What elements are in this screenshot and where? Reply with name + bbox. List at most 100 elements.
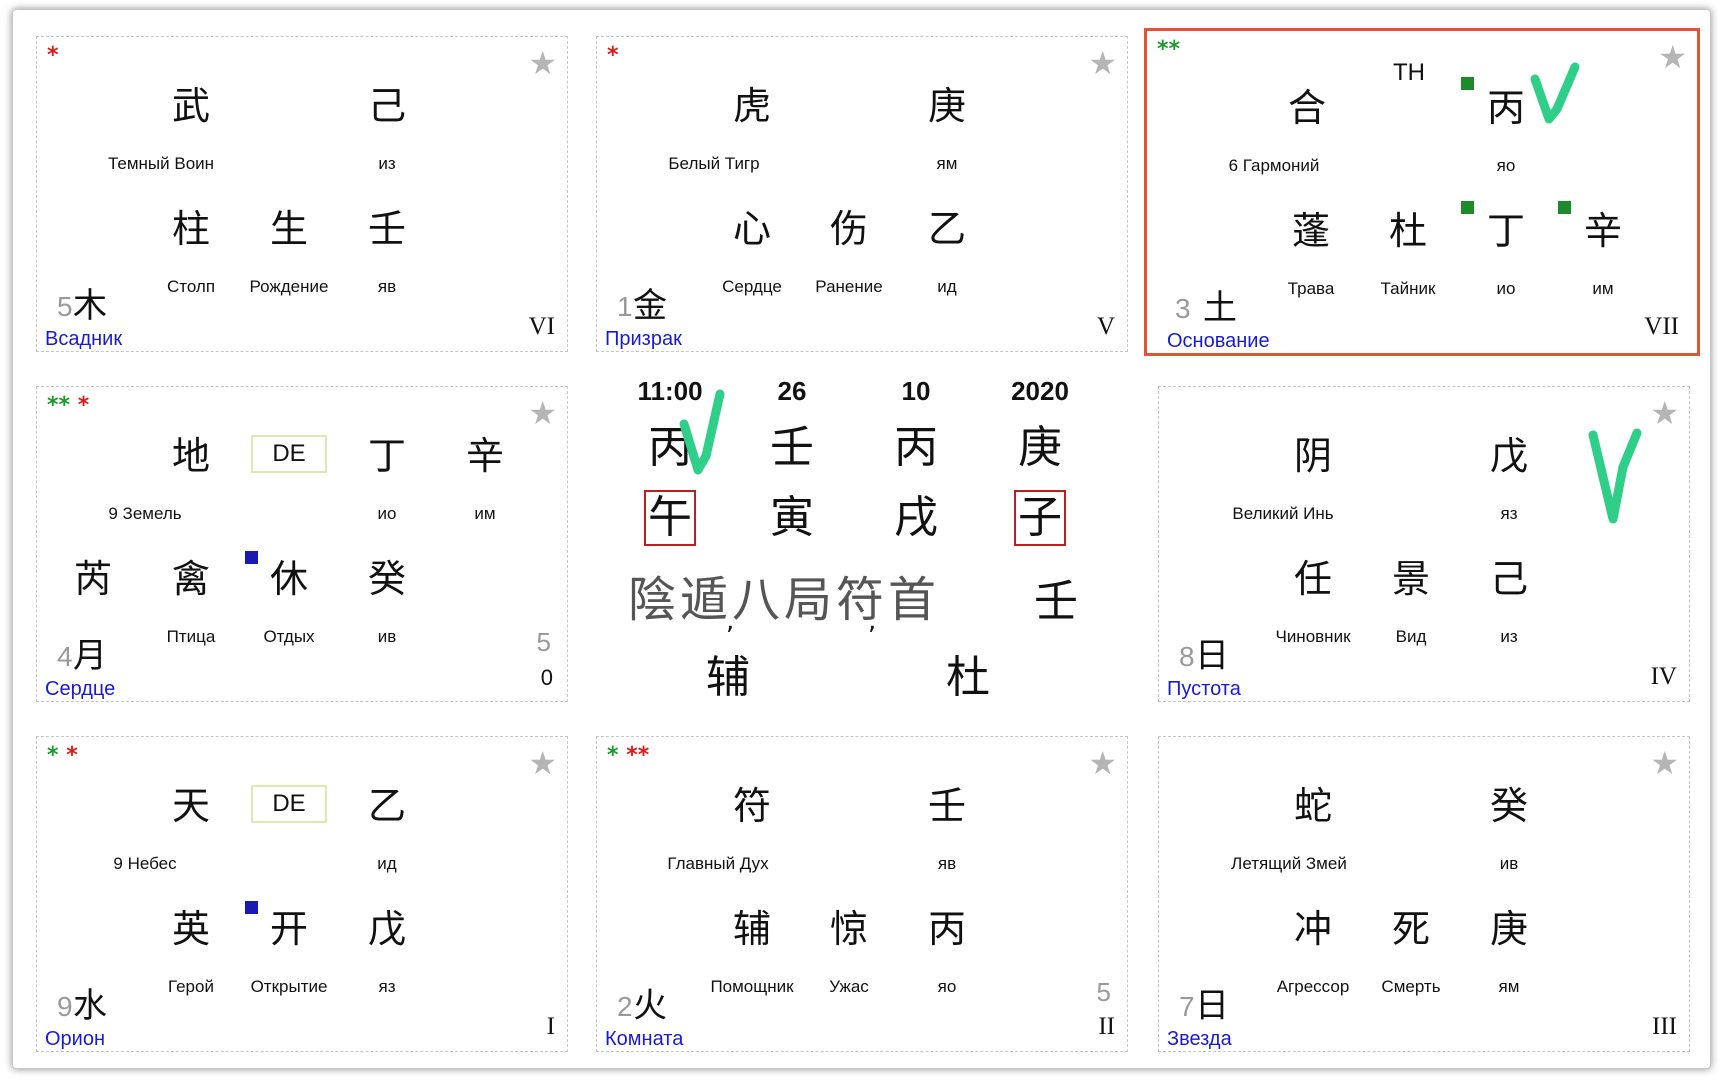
palace-title[interactable]: Сердце	[45, 679, 115, 699]
star-glyph: 辅	[732, 907, 772, 951]
palace-element: 日	[1195, 636, 1229, 676]
palace-roman: VII	[1644, 313, 1679, 340]
deity-glyph: 武	[171, 84, 211, 128]
palace-title[interactable]: Звезда	[1167, 1029, 1232, 1049]
check-mark-icon	[679, 389, 725, 475]
palace-title[interactable]: Основание	[1167, 331, 1270, 351]
deity-glyph: 地	[171, 434, 211, 478]
day-branch: 寅	[770, 492, 814, 543]
comma: ,	[726, 606, 735, 636]
star-icon[interactable]: ★	[1088, 47, 1117, 79]
star-icon[interactable]: ★	[528, 397, 557, 429]
structure-text: 陰遁八局符首	[628, 572, 941, 628]
star-icon[interactable]: ★	[1658, 41, 1687, 73]
star-label: Птица	[166, 627, 216, 646]
palace-roman: I	[546, 1013, 555, 1040]
palace-vii[interactable]: ** ★ TH 合 6 Гармоний 丙 яо 蓬 Трава 杜 Тайн…	[1144, 28, 1700, 356]
heaven-stem-glyph: 戊	[1489, 434, 1529, 478]
palace-title[interactable]: Пустота	[1167, 679, 1241, 699]
palace-roman: II	[1098, 1013, 1115, 1040]
star-icon[interactable]: ★	[528, 747, 557, 779]
heaven-stem-glyph: 丁	[367, 434, 407, 478]
star-glyph: 柱	[171, 207, 211, 251]
palace-v[interactable]: * ★ 虎 Белый Тигр 庚 ям 心 Сердце 伤 Ранение…	[596, 36, 1128, 352]
star-glyph: 任	[1293, 557, 1333, 601]
palace-vi[interactable]: * ★ 武 Темный Воин 己 из 柱 Столп 生 Рождени…	[36, 36, 568, 352]
star-icon[interactable]: ★	[1650, 397, 1679, 429]
palace-iv[interactable]: ★ 阴 Великий Инь 戊 яз 任 Чиновник 景 Вид 己 …	[1158, 386, 1690, 702]
deity-glyph: 符	[732, 784, 772, 828]
palace-number: 1	[617, 291, 633, 322]
palace-ii[interactable]: * ** ★ 符 Главный Дух 壬 яв 辅 Помощник 惊 У…	[596, 736, 1128, 1052]
earth-stem-glyph: 丙	[927, 907, 967, 951]
palace-title[interactable]: Орион	[45, 1029, 105, 1049]
door-glyph: 死	[1391, 907, 1431, 951]
star-label: Герой	[168, 977, 214, 996]
star-glyph: 冲	[1293, 907, 1333, 951]
door-label: Ранение	[815, 277, 883, 296]
year-stem: 庚	[1018, 422, 1062, 473]
deity-label: Главный Дух	[667, 854, 769, 873]
right-sub-number: 0	[540, 665, 553, 690]
marks: *	[47, 43, 59, 68]
deity-label: Белый Тигр	[668, 154, 760, 173]
heaven-stem-glyph: 丙	[1486, 86, 1526, 130]
door-glyph: 生	[269, 207, 309, 251]
deity-glyph: 天	[171, 784, 211, 828]
palace-roman: VI	[528, 313, 555, 340]
palace-number: 5	[57, 291, 73, 322]
earth-stem-label: из	[1500, 627, 1518, 646]
palace-roman: V	[1096, 313, 1115, 340]
earth-stem-glyph: 己	[1489, 557, 1529, 601]
heaven-stem-label: яв	[937, 854, 957, 873]
earth-stem-label: яз	[378, 977, 396, 996]
door-label: Рождение	[249, 277, 329, 296]
palace-left-middle[interactable]: ** * ★ 地 9 Земель DE 丁 ио 辛 им 芮 禽 Птица…	[36, 386, 568, 702]
deity-label: 6 Гармоний	[1228, 156, 1320, 175]
earth-stem-label: ям	[1498, 977, 1520, 996]
door-label: Отдых	[263, 627, 315, 646]
star-icon[interactable]: ★	[1088, 747, 1117, 779]
deity-label: 9 Земель	[108, 504, 182, 523]
earth-stem-glyph: 庚	[1489, 907, 1529, 951]
star-glyph-extra: 芮	[73, 557, 113, 601]
star-label: Сердце	[722, 277, 782, 296]
star-label: Помощник	[710, 977, 794, 996]
star-glyph: 禽	[171, 557, 211, 601]
star-label: Столп	[166, 277, 216, 296]
palace-title[interactable]: Призрак	[605, 329, 682, 349]
palace-number: 7	[1179, 991, 1195, 1022]
palace-iii[interactable]: ★ 蛇 Летящий Змей 癸 ив 冲 Агрессор 死 Смерт…	[1158, 736, 1690, 1052]
month-value: 10	[901, 376, 931, 406]
de-marker: DE	[251, 435, 327, 473]
green-square-marker	[1461, 201, 1474, 214]
palace-roman: IV	[1650, 663, 1677, 690]
palace-element: 水	[73, 986, 107, 1026]
earth-stem-label: яо	[937, 977, 957, 996]
door-label: Ужас	[829, 977, 869, 996]
day-value: 26	[777, 376, 807, 406]
palace-i[interactable]: * * ★ 天 9 Небес DE 乙 ид 英 Герой 开 Открыт…	[36, 736, 568, 1052]
lead-star-glyph: 辅	[706, 652, 750, 703]
star-icon[interactable]: ★	[1650, 747, 1679, 779]
earth-stem-label: ид	[937, 277, 957, 296]
blue-square-marker	[245, 901, 258, 914]
star-label: Чиновник	[1275, 627, 1351, 646]
star-icon[interactable]: ★	[528, 47, 557, 79]
deity-label: 9 Небес	[113, 854, 177, 873]
palace-element: 火	[633, 986, 667, 1026]
palace-title[interactable]: Комната	[605, 1029, 683, 1049]
deity-label: Великий Инь	[1232, 504, 1334, 523]
th-marker: TH	[1393, 59, 1425, 86]
blue-square-marker	[245, 551, 258, 564]
star-label: Трава	[1287, 279, 1335, 298]
palace-number: 8	[1179, 641, 1195, 672]
door-glyph: 杜	[1388, 209, 1428, 253]
earth-stem-label-2: им	[1592, 279, 1614, 298]
palace-title[interactable]: Всадник	[45, 329, 122, 349]
heaven-stem-label: из	[378, 154, 396, 173]
door-glyph: 伤	[829, 207, 869, 251]
door-glyph: 景	[1391, 557, 1431, 601]
heaven-stem-glyph-2: 辛	[465, 434, 505, 478]
green-square-marker	[1461, 77, 1474, 90]
